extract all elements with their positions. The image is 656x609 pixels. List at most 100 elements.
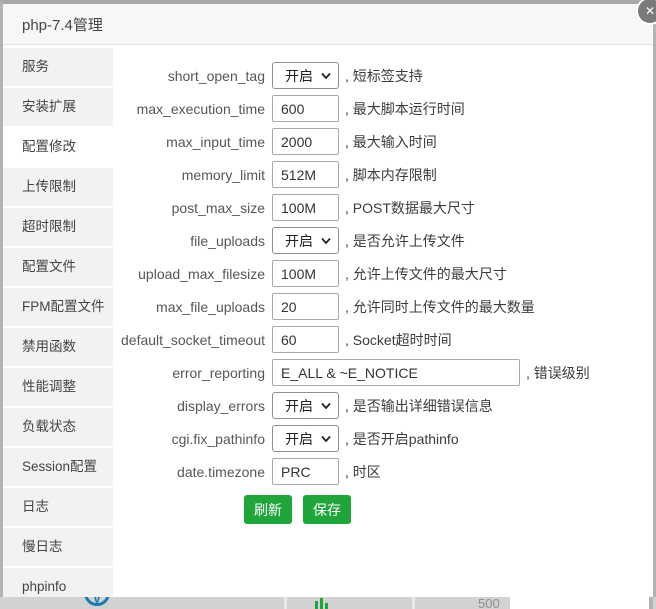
dialog-titlebar: php-7.4管理	[3, 4, 653, 45]
sidebar-item-12[interactable]: 慢日志	[3, 528, 113, 566]
form-row: display_errors 开启 , 是否输出详细错误信息	[113, 389, 653, 422]
chevron-down-icon	[321, 403, 331, 409]
field-label: display_errors	[113, 398, 272, 414]
field-description: , Socket超时时间	[345, 330, 452, 350]
dialog-title: php-7.4管理	[22, 14, 103, 35]
sidebar-item-label: 超时限制	[22, 219, 76, 234]
field-label: default_socket_timeout	[113, 332, 272, 348]
value-select[interactable]: 开启	[272, 425, 339, 452]
sidebar-item-1[interactable]: 安装扩展	[3, 88, 113, 126]
background-panel	[510, 597, 653, 609]
sidebar-item-2[interactable]: 配置修改	[3, 128, 113, 166]
field-description: , POST数据最大尺寸	[345, 198, 475, 218]
sidebar-item-10[interactable]: Session配置	[3, 448, 113, 486]
sidebar-item-label: 负载状态	[22, 419, 76, 434]
form-row: max_input_time , 最大输入时间	[113, 125, 653, 158]
field-description: , 是否开启pathinfo	[345, 429, 459, 449]
php-manage-dialog: php-7.4管理 服务 安装扩展 配置修改 上传限制 超时限制 配置文件 FP…	[0, 0, 656, 597]
value-input[interactable]	[272, 260, 339, 287]
value-select[interactable]: 开启	[272, 392, 339, 419]
background-number: 500	[478, 597, 500, 609]
globe-icon	[84, 597, 110, 606]
form-row: memory_limit , 脚本内存限制	[113, 158, 653, 191]
field-description: , 脚本内存限制	[345, 165, 437, 185]
sidebar-item-9[interactable]: 负载状态	[3, 408, 113, 446]
field-description: , 允许同时上传文件的最大数量	[345, 297, 535, 317]
value-input[interactable]	[272, 326, 339, 353]
sidebar-item-label: phpinfo	[22, 579, 66, 594]
form-row: max_file_uploads , 允许同时上传文件的最大数量	[113, 290, 653, 323]
save-button[interactable]: 保存	[303, 495, 351, 524]
form-row: error_reporting , 错误级别	[113, 356, 653, 389]
sidebar-item-label: Session配置	[22, 459, 97, 474]
sidebar-item-label: FPM配置文件	[22, 299, 105, 314]
chevron-down-icon	[321, 73, 331, 79]
sidebar-item-label: 禁用函数	[22, 339, 76, 354]
field-label: post_max_size	[113, 200, 272, 216]
field-description: , 短标签支持	[345, 66, 423, 86]
value-input[interactable]	[272, 359, 520, 386]
sidebar-item-3[interactable]: 上传限制	[3, 168, 113, 206]
value-input[interactable]	[272, 128, 339, 155]
value-input[interactable]	[272, 293, 339, 320]
form-row: max_execution_time , 最大脚本运行时间	[113, 92, 653, 125]
field-description: , 是否允许上传文件	[345, 231, 465, 251]
field-label: date.timezone	[113, 464, 272, 480]
sidebar-item-label: 上传限制	[22, 179, 76, 194]
form-row: upload_max_filesize , 允许上传文件的最大尺寸	[113, 257, 653, 290]
form-row: cgi.fix_pathinfo 开启 , 是否开启pathinfo	[113, 422, 653, 455]
sidebar-item-6[interactable]: FPM配置文件	[3, 288, 113, 326]
field-description: , 最大输入时间	[345, 132, 437, 152]
form-row: file_uploads 开启 , 是否允许上传文件	[113, 224, 653, 257]
sidebar-item-0[interactable]: 服务	[3, 48, 113, 86]
background-page-strip: 500	[0, 597, 656, 609]
chevron-down-icon	[321, 436, 331, 442]
field-label: max_file_uploads	[113, 299, 272, 315]
value-select[interactable]: 开启	[272, 62, 339, 89]
value-input[interactable]	[272, 458, 339, 485]
sidebar-item-11[interactable]: 日志	[3, 488, 113, 526]
chevron-down-icon	[321, 238, 331, 244]
bar-chart-icon	[315, 597, 331, 609]
field-label: max_input_time	[113, 134, 272, 150]
field-description: , 是否输出详细错误信息	[345, 396, 493, 416]
field-label: short_open_tag	[113, 68, 272, 84]
form-row: post_max_size , POST数据最大尺寸	[113, 191, 653, 224]
value-input[interactable]	[272, 194, 339, 221]
field-label: upload_max_filesize	[113, 266, 272, 282]
value-input[interactable]	[272, 95, 339, 122]
sidebar-item-label: 安装扩展	[22, 99, 76, 114]
sidebar-item-label: 性能调整	[22, 379, 76, 394]
sidebar-item-7[interactable]: 禁用函数	[3, 328, 113, 366]
sidebar-item-label: 慢日志	[22, 539, 63, 554]
sidebar-item-label: 服务	[22, 59, 49, 74]
select-value: 开启	[285, 66, 313, 86]
sidebar-item-5[interactable]: 配置文件	[3, 248, 113, 286]
refresh-button[interactable]: 刷新	[244, 495, 292, 524]
select-value: 开启	[285, 429, 313, 449]
sidebar-item-8[interactable]: 性能调整	[3, 368, 113, 406]
field-label: max_execution_time	[113, 101, 272, 117]
value-select[interactable]: 开启	[272, 227, 339, 254]
sidebar-item-13[interactable]: phpinfo	[3, 568, 113, 597]
field-label: error_reporting	[113, 365, 272, 381]
field-label: cgi.fix_pathinfo	[113, 431, 272, 447]
field-label: memory_limit	[113, 167, 272, 183]
value-input[interactable]	[272, 161, 339, 188]
form-buttons: 刷新保存	[244, 495, 653, 524]
settings-form: short_open_tag 开启 , 短标签支持 max_execution_…	[113, 45, 653, 597]
field-label: file_uploads	[113, 233, 272, 249]
form-row: date.timezone , 时区	[113, 455, 653, 488]
column-divider	[412, 597, 415, 609]
field-description: , 时区	[345, 462, 381, 482]
column-divider	[284, 597, 287, 609]
field-description: , 最大脚本运行时间	[345, 99, 465, 119]
sidebar-item-label: 日志	[22, 499, 49, 514]
sidebar-item-label: 配置修改	[22, 139, 76, 154]
sidebar-item-4[interactable]: 超时限制	[3, 208, 113, 246]
select-value: 开启	[285, 231, 313, 251]
form-row: short_open_tag 开启 , 短标签支持	[113, 59, 653, 92]
select-value: 开启	[285, 396, 313, 416]
field-description: , 允许上传文件的最大尺寸	[345, 264, 507, 284]
sidebar-item-label: 配置文件	[22, 259, 76, 274]
